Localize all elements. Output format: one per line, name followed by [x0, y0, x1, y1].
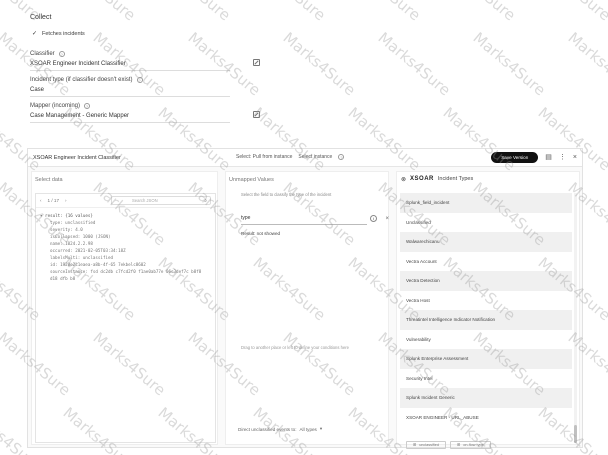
incident-types-panel: ⊗ XSOAR Incident Types Splunk_field_inci…: [396, 171, 580, 449]
json-line[interactable]: sourceInstance: fsd dc2db c7fcd2f0 f1ae0…: [40, 268, 211, 282]
select-data-panel: Select data ‹ 1 / 17 › Search JSON ⌕ ▾ r…: [31, 171, 218, 445]
edit-icon[interactable]: [253, 59, 260, 66]
copy-icon[interactable]: ▤: [545, 154, 552, 162]
logo-icon: ⊗: [401, 176, 407, 183]
fetch-incidents-checkbox[interactable]: ✓ Fetches incidents: [32, 31, 280, 37]
incident-type-item[interactable]: Splunk_field_incident: [400, 193, 572, 213]
result-text: Result: not showed: [241, 231, 281, 236]
brand-name: XSOAR: [410, 176, 434, 182]
chevron-down-icon: ▾: [319, 426, 323, 431]
help-icon[interactable]: ?: [136, 77, 143, 83]
prev-icon[interactable]: ‹: [40, 198, 42, 203]
unclassified-pill[interactable]: ⊞ unclassified: [406, 441, 447, 449]
watermark-text: Marks4Sure: [345, 0, 424, 24]
sample-count: 1 / 17: [47, 198, 60, 203]
json-line[interactable]: isCollapsed: 1000 (JSON): [40, 233, 211, 240]
watermark-text: Marks4Sure: [279, 28, 359, 100]
instance-select[interactable]: Select instance: [298, 154, 332, 160]
panel-title: Unmapped Values: [229, 177, 274, 183]
help-icon[interactable]: ?: [338, 154, 345, 160]
watermark-text: Marks4Sure: [440, 0, 519, 24]
json-line[interactable]: labelsMulti: unclassified: [40, 254, 211, 261]
incident-type-select[interactable]: Case: [30, 87, 230, 97]
incident-type-item[interactable]: Walwarechicanu: [400, 232, 572, 252]
unclassified-direction[interactable]: Direct unclassified events to: All types…: [238, 426, 322, 432]
conditions-panel: Unmapped Values Select the field to clas…: [225, 171, 389, 445]
flow-type-pill[interactable]: ⊞ on-flow type: [450, 441, 491, 449]
empty-hint: Drag to another place or left to define …: [241, 345, 350, 350]
mapper-label: Mapper (incoming) ?: [30, 103, 91, 109]
json-tree: ▾ result: {16 values} type: unclassified s…: [36, 208, 215, 286]
json-line[interactable]: type: unclassified: [40, 219, 211, 226]
incident-type-item[interactable]: Vulnerability: [400, 329, 572, 349]
incident-type-item[interactable]: Splunk Enterprise Assessment: [400, 349, 572, 369]
check-icon: ✓: [32, 31, 38, 37]
watermark-text: Marks4Sure: [469, 28, 549, 100]
incident-type-item[interactable]: Threatintel Intelligence Indicator Notif…: [400, 310, 572, 330]
field-input[interactable]: type i ×: [241, 213, 389, 225]
json-line[interactable]: ▾ result: {16 values}: [40, 212, 211, 219]
incident-type-item[interactable]: XSOAR ENGINEER - URL_ABUSE: [400, 407, 572, 427]
dialog-header: XSOAR Engineer Incident Classifier Selec…: [28, 149, 582, 167]
search-icon: ⌕: [204, 198, 207, 204]
scrollbar[interactable]: [574, 193, 577, 443]
incident-type-item[interactable]: Unclassified: [400, 212, 572, 232]
incident-type-item[interactable]: Vectra Host: [400, 290, 572, 310]
edit-icon[interactable]: [253, 111, 260, 118]
section-title: Collect: [30, 14, 52, 21]
panel-title: Select data: [35, 177, 63, 183]
panel-title: Incident Types: [437, 176, 474, 182]
incident-type-item[interactable]: Vectra Account: [400, 251, 572, 271]
json-line[interactable]: id: 1920e2c1eaea-a8b-4f-65 7ekbelc8602: [40, 261, 211, 268]
field-help-text: Select the field to classify the type of…: [241, 192, 332, 197]
more-icon[interactable]: ⋮: [559, 154, 566, 162]
collect-section: Collect ✓ Fetches incidents Classifier ?…: [30, 14, 280, 123]
incident-type-item[interactable]: Vectra Detection: [400, 271, 572, 291]
classifier-select[interactable]: XSOAR Engineer Incident Classifier: [30, 59, 260, 71]
fetch-incidents-label: Fetches incidents: [42, 31, 85, 37]
json-line[interactable]: name: 1024.2.2.98: [40, 240, 211, 247]
close-icon[interactable]: ×: [573, 154, 577, 162]
watermark-text: Marks4Sure: [535, 0, 608, 24]
json-line[interactable]: occurred: 2021-02-05T03:34:18Z: [40, 247, 211, 254]
watermark-text: Marks4Sure: [374, 28, 454, 100]
help-icon[interactable]: ?: [84, 103, 91, 109]
json-search-input[interactable]: Search JSON ⌕: [111, 196, 211, 205]
pull-from-select[interactable]: Select: Pull from instance: [236, 154, 292, 160]
incident-type-label: Incident type (if classifier doesn't exi…: [30, 77, 143, 83]
classifier-label: Classifier ?: [30, 51, 65, 57]
json-line[interactable]: severity: 4.0: [40, 226, 211, 233]
json-viewer: ‹ 1 / 17 › Search JSON ⌕ ▾ result: {16 v…: [35, 193, 216, 443]
dialog-title: XSOAR Engineer Incident Classifier: [33, 154, 121, 161]
classifier-dialog: XSOAR Engineer Incident Classifier Selec…: [27, 148, 583, 449]
info-icon[interactable]: i: [370, 215, 377, 222]
help-icon[interactable]: ?: [58, 51, 65, 57]
incident-type-item[interactable]: Splunk Incident Generic: [400, 388, 572, 408]
save-version-button[interactable]: Save Version: [491, 152, 539, 163]
watermark-text: Marks4Sure: [564, 28, 608, 100]
mapper-select[interactable]: Case Management - Generic Mapper: [30, 111, 260, 123]
incident-type-item[interactable]: Security Intel: [400, 368, 572, 388]
next-icon[interactable]: ›: [65, 198, 67, 203]
incident-type-list: Splunk_field_incident Unclassified Walware…: [400, 193, 572, 427]
clear-icon[interactable]: ×: [385, 214, 389, 225]
